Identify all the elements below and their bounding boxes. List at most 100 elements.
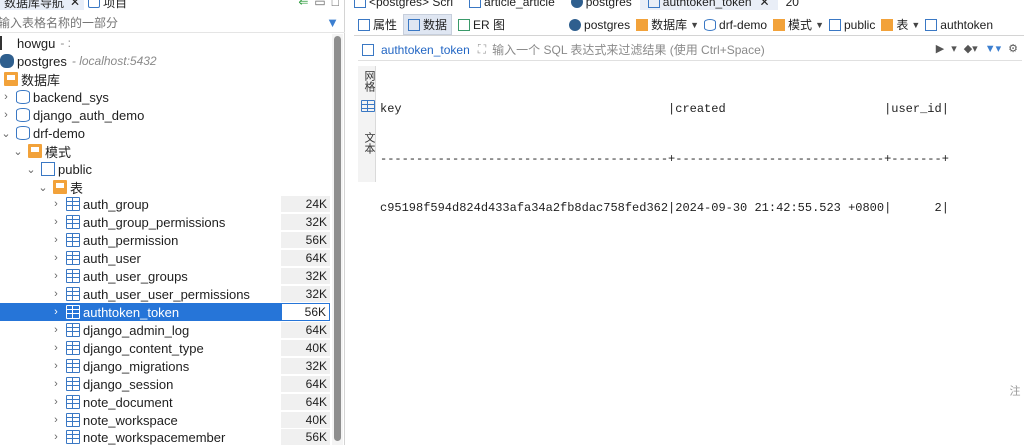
breadcrumb-item[interactable]: postgres (584, 18, 630, 32)
tab-label: postgres (585, 0, 632, 9)
tree-node-databases-folder[interactable]: 数据库 (4, 70, 60, 88)
expand-icon[interactable]: ⛶ (478, 42, 486, 57)
chevron-right-icon[interactable]: › (50, 270, 62, 282)
breadcrumb-item[interactable]: drf-demo (719, 18, 767, 32)
tab-database-navigator[interactable]: 数据库导航 ✕ (0, 0, 85, 10)
chevron-right-icon[interactable]: › (50, 342, 62, 354)
database-icon (16, 126, 30, 140)
eraser-icon[interactable]: ◆▾ (964, 42, 978, 55)
chevron-down-icon[interactable]: ▼ (911, 20, 920, 30)
table-name: django_admin_log (83, 322, 190, 338)
table-row-selected[interactable]: › authtoken_token (0, 303, 281, 321)
tab-sql-script[interactable]: <postgres> Scri (346, 0, 461, 10)
filter-icon[interactable]: ▼ (326, 15, 339, 30)
tree-node-tables-folder[interactable]: ⌄ 表 (37, 178, 83, 196)
chevron-right-icon[interactable]: › (0, 91, 12, 103)
chevron-down-icon[interactable]: ⌄ (12, 145, 24, 158)
tree-node-user[interactable]: howgu - : (0, 34, 71, 52)
tab-properties[interactable]: 属性 (354, 14, 401, 35)
navigator-scrollbar[interactable] (332, 34, 343, 445)
tab-er-diagram[interactable]: ER 图 (454, 14, 509, 35)
tab-database-navigator-label: 数据库导航 (4, 0, 65, 10)
folder-icon (28, 144, 42, 158)
history-dropdown-icon[interactable]: ▾ (951, 42, 957, 55)
settings-icon[interactable]: ⚙ (1008, 42, 1018, 55)
chevron-right-icon[interactable]: › (50, 396, 62, 408)
chevron-down-icon[interactable]: ▼ (815, 20, 824, 30)
tab-data-label: 数据 (423, 18, 448, 32)
tree-node-schema[interactable]: ⌄ public (25, 160, 92, 178)
chevron-down-icon[interactable]: ⌄ (25, 163, 37, 176)
table-icon (66, 323, 80, 337)
table-row[interactable]: › auth_user_groups (50, 267, 280, 285)
chevron-right-icon[interactable]: › (50, 378, 62, 390)
table-row[interactable]: › auth_group_permissions (50, 213, 280, 231)
user-icon (0, 36, 14, 50)
grid-view-button[interactable]: 网格 (361, 70, 377, 92)
table-row[interactable]: › note_workspacemember (50, 428, 280, 446)
chevron-right-icon[interactable]: › (50, 360, 62, 372)
breadcrumb-item[interactable]: 模式 (788, 16, 812, 33)
table-row[interactable]: › auth_user (50, 249, 280, 267)
table-name: authtoken_token (83, 304, 180, 320)
table-name: auth_group (83, 196, 149, 212)
tab-label: <postgres> Scri (369, 0, 454, 9)
sql-filter-input[interactable]: 输入一个 SQL 表达式来过滤结果 (使用 Ctrl+Space) (492, 41, 765, 58)
text-view-button[interactable]: 文本 (361, 132, 377, 154)
table-row[interactable]: › note_workspace (50, 411, 280, 429)
result-row[interactable]: c95198f594d824d433afa34a2fb8dac758fed362… (380, 200, 949, 217)
tab-postgres[interactable]: postgres (563, 0, 640, 10)
table-row[interactable]: › django_migrations (50, 357, 280, 375)
chevron-right-icon[interactable]: › (50, 252, 62, 264)
table-row[interactable]: › auth_permission (50, 231, 280, 249)
schema-label: public (58, 161, 92, 177)
filter-icon[interactable]: ▼▾ (985, 42, 1001, 55)
table-row[interactable]: › auth_user_user_permissions (50, 285, 280, 303)
tree-node-database[interactable]: ⌄ drf-demo (0, 124, 85, 142)
tab-authtoken-token[interactable]: authtoken_token ✕ (639, 0, 778, 10)
chevron-down-icon[interactable]: ⌄ (37, 181, 49, 194)
breadcrumb-item[interactable]: 表 (896, 16, 908, 33)
minimize-icon[interactable]: ▭ (314, 0, 325, 9)
table-row[interactable]: › note_document (50, 393, 280, 411)
table-icon (469, 0, 482, 8)
table-row[interactable]: › django_content_type (50, 339, 280, 357)
breadcrumb-item[interactable]: 数据库 (651, 16, 687, 33)
chevron-right-icon[interactable]: › (50, 414, 62, 426)
breadcrumb-item[interactable]: authtoken (940, 18, 993, 32)
tree-node-database[interactable]: › backend_sys (0, 88, 109, 106)
edge-note: 注 (1008, 385, 1020, 396)
run-filter-icon[interactable]: ▶ (936, 42, 944, 55)
tab-project[interactable]: 项目 (84, 0, 131, 10)
chevron-right-icon[interactable]: › (50, 324, 62, 336)
tab-data[interactable]: 数据 (403, 14, 453, 35)
tab-article-article[interactable]: article_article (461, 0, 563, 10)
scrollbar-thumb[interactable] (334, 36, 341, 441)
table-row[interactable]: › auth_group (50, 195, 280, 213)
close-icon[interactable]: ✕ (70, 0, 80, 9)
tree-node-schemas-folder[interactable]: ⌄ 模式 (12, 142, 71, 160)
table-row[interactable]: › django_session (50, 375, 280, 393)
chevron-right-icon[interactable]: › (50, 288, 62, 300)
chevron-right-icon[interactable]: › (50, 198, 62, 210)
table-icon (66, 197, 80, 211)
tree-node-connection[interactable]: postgres - localhost:5432 (0, 52, 157, 70)
back-arrow-icon[interactable]: ⇐ (298, 0, 308, 9)
table-filter-input[interactable] (0, 15, 298, 30)
table-icon (66, 251, 80, 265)
chevron-right-icon[interactable]: › (50, 306, 62, 318)
close-icon[interactable]: ✕ (760, 0, 770, 9)
chevron-right-icon[interactable]: › (50, 431, 62, 443)
chevron-down-icon[interactable]: ⌄ (0, 127, 12, 140)
maximize-icon[interactable]: □ (332, 0, 339, 9)
breadcrumb: postgres 数据库 ▼ drf-demo 模式 ▼ public 表 ▼ … (569, 16, 993, 33)
table-icon (362, 43, 374, 56)
chevron-right-icon[interactable]: › (0, 109, 12, 121)
table-row[interactable]: › django_admin_log (50, 321, 280, 339)
tab-overflow-count[interactable]: 20 (778, 0, 807, 10)
tree-node-database[interactable]: › django_auth_demo (0, 106, 144, 124)
chevron-down-icon[interactable]: ▼ (690, 20, 699, 30)
breadcrumb-item[interactable]: public (844, 18, 875, 32)
chevron-right-icon[interactable]: › (50, 234, 62, 246)
chevron-right-icon[interactable]: › (50, 216, 62, 228)
